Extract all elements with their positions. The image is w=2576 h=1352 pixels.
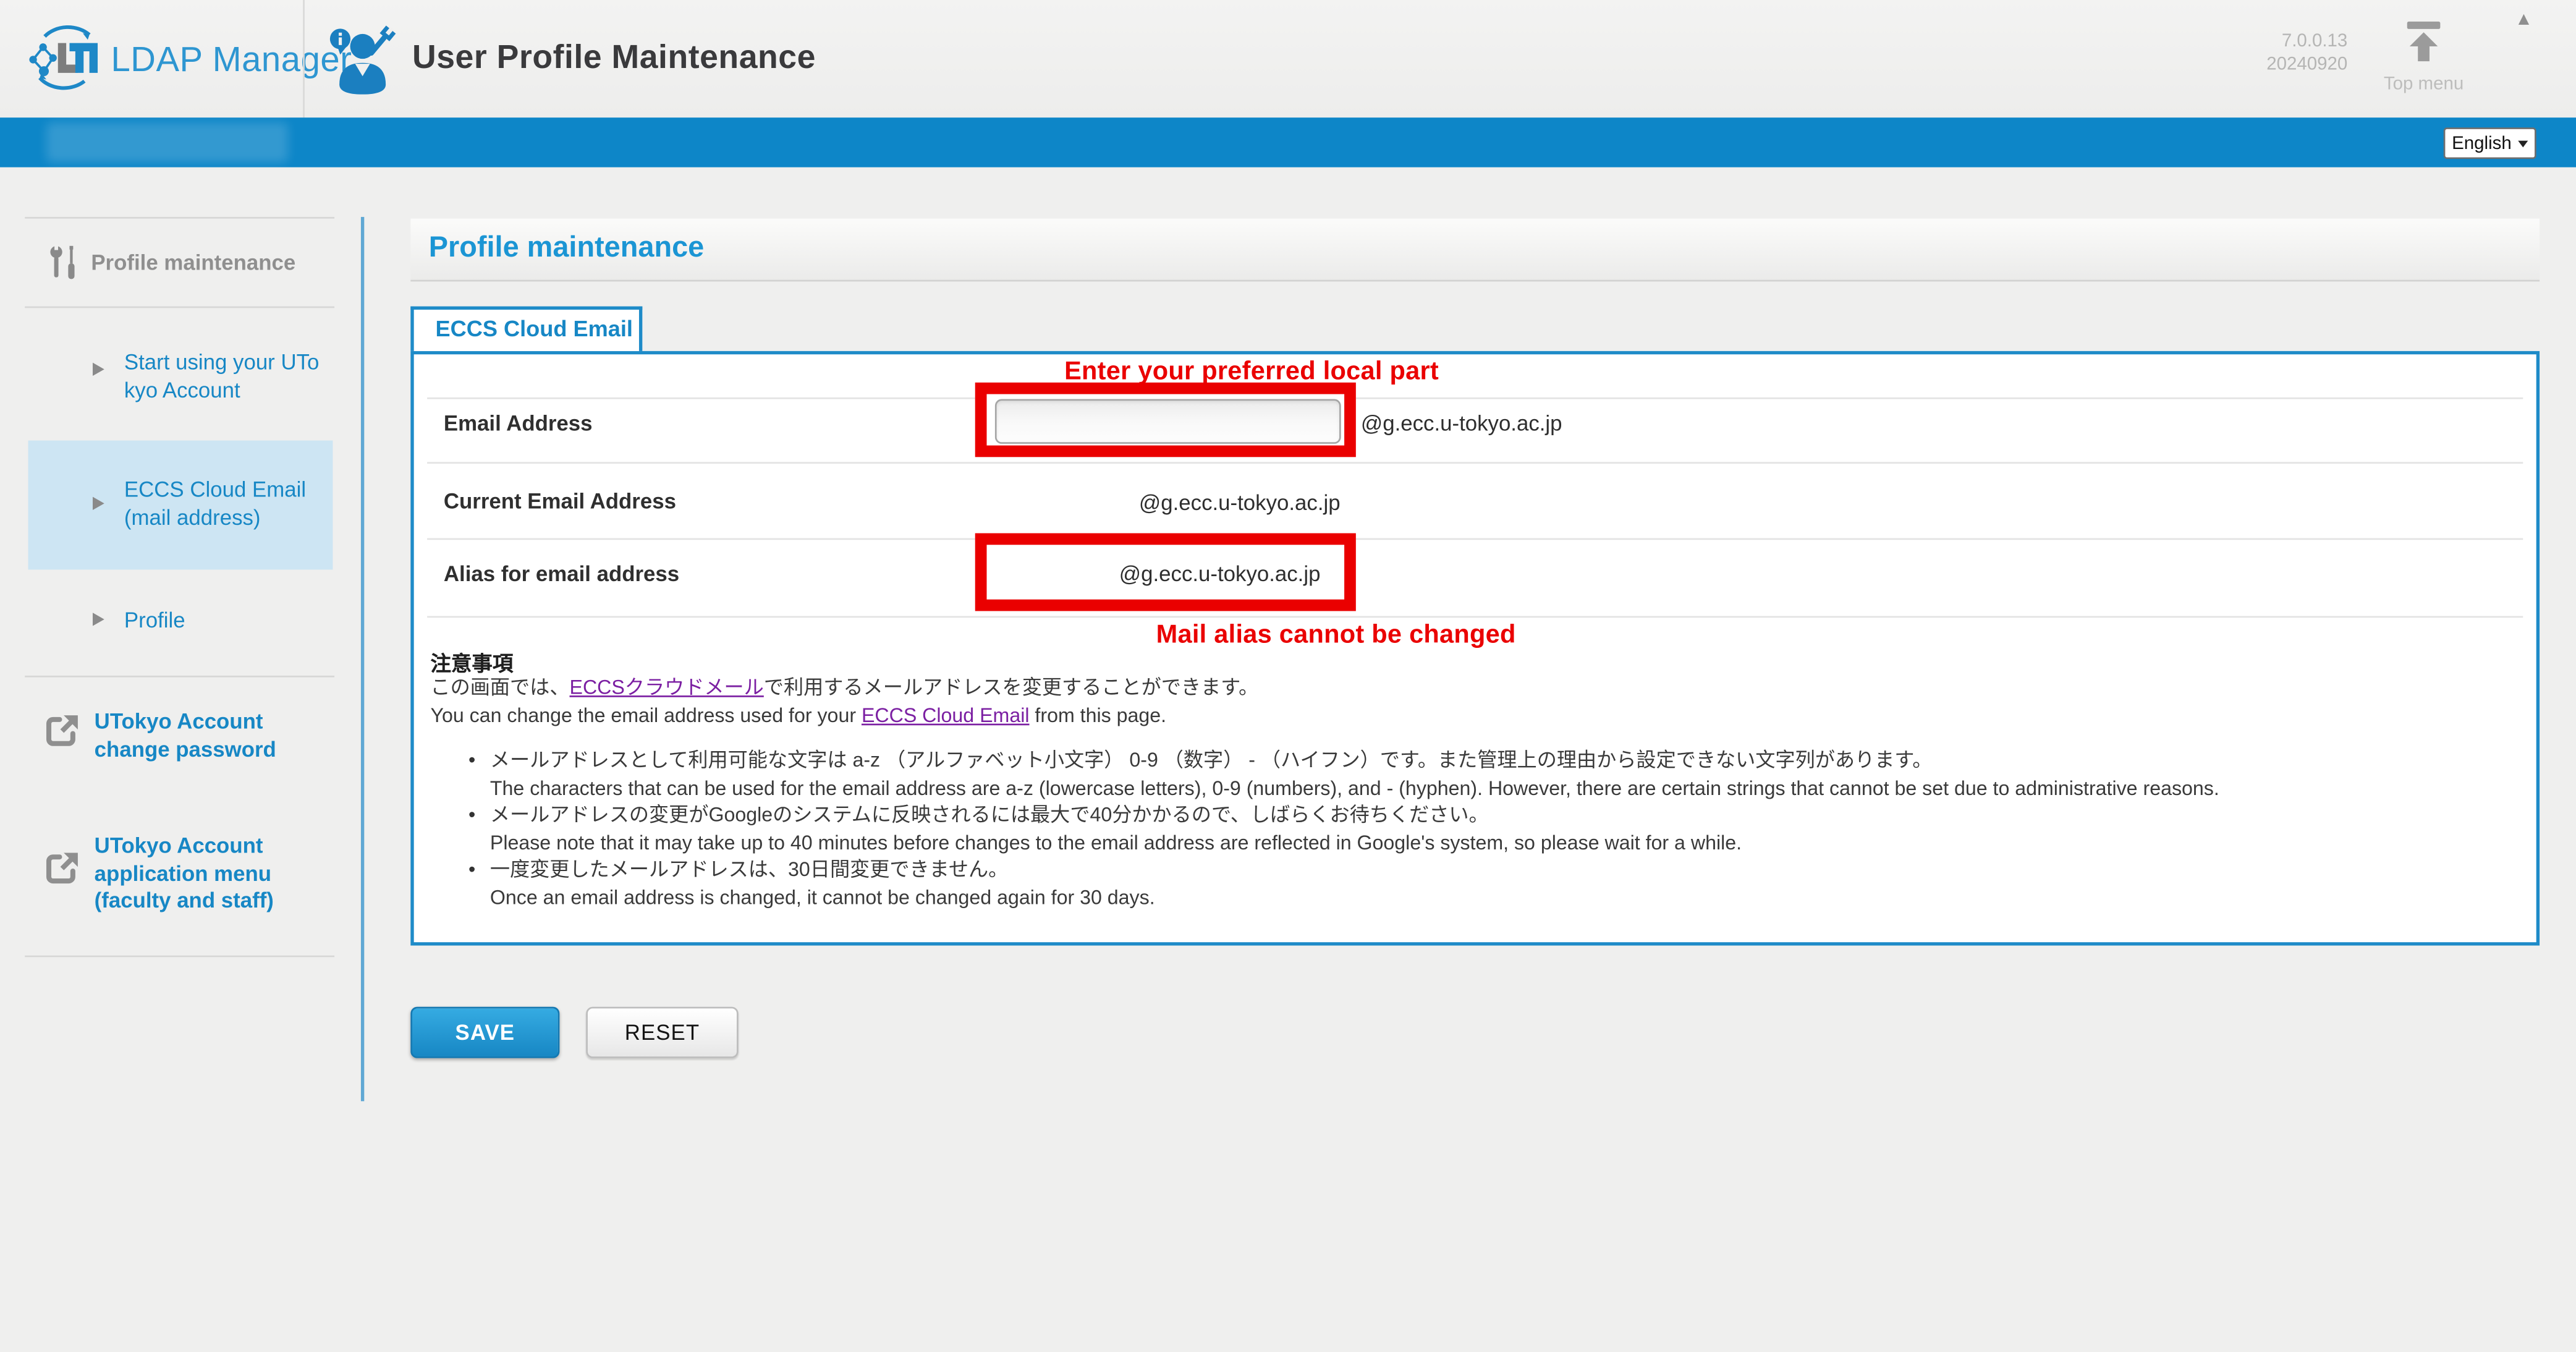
external-link-icon [43, 849, 82, 896]
chevron-down-icon [2518, 140, 2528, 147]
bullet-jp: メールアドレスの変更がGoogleのシステムに反映されるには最大で40分かかるの… [490, 802, 2505, 829]
eccs-cloud-mail-link-jp[interactable]: ECCSクラウドメール [570, 676, 764, 699]
email-local-part-input[interactable] [995, 399, 1341, 444]
page: LDAP Manager User Profile Maintenance [0, 0, 2576, 1352]
reset-button[interactable]: RESET [586, 1007, 738, 1058]
email-address-label: Email Address [444, 410, 593, 435]
version-number: 7.0.0.13 [2202, 30, 2348, 53]
notes-intro-jp: この画面では、ECCSクラウドメールで利用するメールアドレスを変更することができ… [430, 674, 1258, 702]
alias-label: Alias for email address [444, 561, 679, 586]
row-divider [427, 538, 2523, 540]
top-menu-button[interactable]: Top menu [2378, 18, 2470, 94]
redacted-username-badge [46, 122, 288, 162]
sidebar-item-profile[interactable]: Profile [124, 608, 333, 635]
language-select[interactable]: English [2444, 127, 2536, 159]
bullet-en: Once an email address is changed, it can… [490, 884, 2505, 911]
sidebar-link-change-password[interactable]: UTokyo Account change password [95, 708, 326, 763]
bullet-jp: メールアドレスとして利用可能な文字は a-z （アルファベット小文字） 0-9 … [490, 747, 2505, 774]
app-header: LDAP Manager User Profile Maintenance [0, 0, 2576, 117]
language-select-value: English [2452, 134, 2512, 153]
sidebar-divider [25, 217, 334, 219]
content-heading: Profile maintenance [429, 230, 704, 265]
row-divider [427, 462, 2523, 464]
tools-icon [46, 244, 83, 292]
header-divider [303, 0, 305, 117]
sidebar-divider [25, 676, 334, 678]
bullet-icon: • [468, 747, 475, 774]
notes-intro: この画面では、ECCSクラウドメールで利用するメールアドレスを変更することができ… [430, 674, 1258, 730]
sidebar-link-application-menu[interactable]: UTokyo Account application menu (faculty… [95, 833, 326, 915]
list-item: • メールアドレスの変更がGoogleのシステムに反映されるには最大で40分かか… [468, 802, 2505, 857]
page-title: User Profile Maintenance [412, 40, 816, 78]
notes-intro-en: You can change the email address used fo… [430, 702, 1258, 731]
annotation-alias-cannot-change: Mail alias cannot be changed [1005, 621, 1667, 650]
brand-name: LDAP Manager [111, 41, 352, 81]
arrow-right-icon [93, 363, 104, 376]
sidebar-divider [25, 307, 334, 308]
eccs-cloud-email-link-en[interactable]: ECCS Cloud Email [862, 704, 1030, 727]
sidebar-vertical-rule [361, 217, 364, 1101]
sidebar-item-start-using-account[interactable]: Start using your UTo kyo Account [124, 349, 333, 404]
save-button[interactable]: SAVE [410, 1007, 559, 1058]
notes-bullet-list: • メールアドレスとして利用可能な文字は a-z （アルファベット小文字） 0-… [468, 747, 2505, 912]
current-email-label: Current Email Address [444, 488, 676, 513]
bullet-icon: • [468, 857, 475, 884]
row-divider [427, 398, 2523, 399]
email-domain-suffix: @g.ecc.u-tokyo.ac.jp [1361, 410, 1562, 435]
ldap-manager-logo-icon [27, 22, 103, 100]
bullet-en: The characters that can be used for the … [490, 775, 2505, 802]
list-item: • メールアドレスとして利用可能な文字は a-z （アルファベット小文字） 0-… [468, 747, 2505, 802]
current-email-value: @g.ecc.u-tokyo.ac.jp [1139, 490, 1341, 515]
bullet-en: Please note that it may take up to 40 mi… [490, 829, 2505, 856]
top-menu-icon [2402, 41, 2446, 70]
scroll-top-icon[interactable]: ▲ [2515, 10, 2533, 30]
user-profile-icon [328, 25, 397, 106]
list-item: • 一度変更したメールアドレスは、30日間変更できません。 Once an em… [468, 857, 2505, 912]
tab-eccs-cloud-email[interactable]: ECCS Cloud Email [410, 307, 642, 351]
top-menu-label: Top menu [2378, 75, 2470, 95]
content-heading-band: Profile maintenance [410, 219, 2540, 282]
annotation-enter-local-part: Enter your preferred local part [837, 358, 1665, 388]
bullet-icon: • [468, 802, 475, 829]
sidebar-section-title: Profile maintenance [91, 250, 295, 274]
sidebar-item-eccs-cloud-email[interactable]: ECCS Cloud Email (mail address) [124, 477, 333, 531]
bullet-jp: 一度変更したメールアドレスは、30日間変更できません。 [490, 857, 2505, 884]
version-date: 20240920 [2202, 53, 2348, 77]
arrow-right-icon [93, 613, 104, 626]
sidebar-divider [25, 956, 334, 958]
version-info: 7.0.0.13 20240920 [2202, 30, 2348, 76]
notes-heading: 注意事項 [430, 646, 513, 678]
external-link-icon [43, 712, 82, 759]
alias-value: @g.ecc.u-tokyo.ac.jp [1119, 561, 1321, 586]
row-divider [427, 616, 2523, 618]
tab-label: ECCS Cloud Email [414, 310, 639, 349]
nav-bar: English [0, 117, 2576, 167]
arrow-right-icon [93, 497, 104, 510]
